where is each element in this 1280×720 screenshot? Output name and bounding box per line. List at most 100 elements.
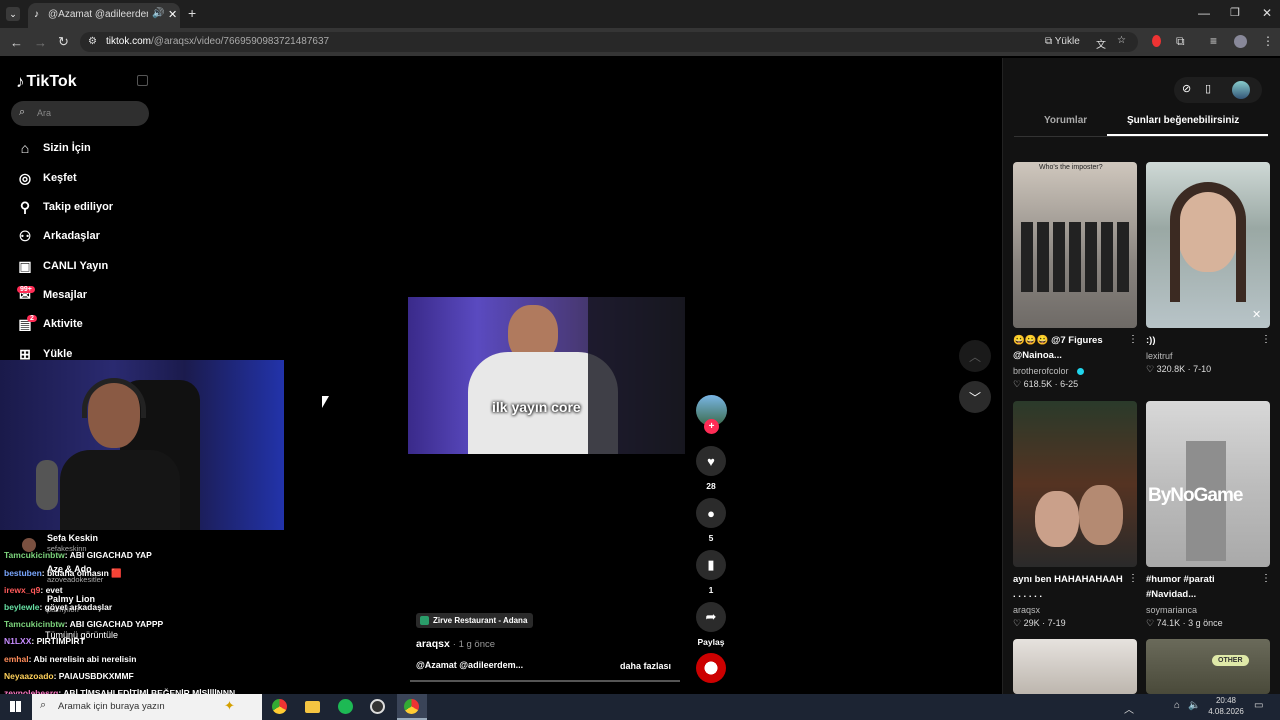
- user-avatar[interactable]: [1232, 81, 1250, 99]
- tab-audio-icon[interactable]: 🔊: [152, 8, 164, 19]
- taskbar-time[interactable]: 20:48: [1206, 696, 1246, 705]
- new-tab-button[interactable]: +: [188, 5, 196, 21]
- search-input[interactable]: Ara: [37, 108, 51, 118]
- browser-tab[interactable]: ♪ @Azamat @adileerdem AŞ 🔊 ✕: [28, 3, 180, 28]
- video-author[interactable]: araqsx: [416, 638, 450, 650]
- person-plus-icon: ⚲: [19, 198, 31, 215]
- verified-badge-icon: [1077, 368, 1084, 375]
- extension-red-icon[interactable]: [1152, 35, 1161, 47]
- tab-comments[interactable]: Yorumlar: [1044, 115, 1087, 126]
- active-chrome-task[interactable]: [397, 694, 427, 720]
- people-icon: ⚇: [18, 227, 32, 244]
- chat-message: : göyet arkadaşlar: [39, 602, 113, 612]
- more-link[interactable]: daha fazlası: [620, 661, 671, 671]
- taskbar-search-box[interactable]: ⌕ Aramak için buraya yazın ✦: [32, 694, 262, 720]
- explore-compass-icon[interactable]: ⊘: [1182, 82, 1191, 95]
- card-more-icon[interactable]: ⋮: [1261, 573, 1271, 584]
- like-button[interactable]: ♥: [696, 446, 726, 476]
- media-controls-icon[interactable]: ≡: [1210, 34, 1217, 48]
- tab-suggested[interactable]: Şunları beğenebilirsiniz: [1127, 115, 1239, 126]
- close-window-button[interactable]: ✕: [1262, 6, 1272, 20]
- webcam-overlay: [0, 360, 284, 530]
- taskbar-date[interactable]: 4.08.2026: [1206, 707, 1246, 716]
- location-tag[interactable]: Zirve Restaurant - Adana: [416, 613, 534, 628]
- sidebar-item-for-you[interactable]: ⌂ Sizin İçin: [16, 137, 91, 159]
- suggested-video-thumbnail[interactable]: ByNoGame: [1146, 401, 1270, 567]
- card-title[interactable]: #humor #parati #Navidad...: [1146, 572, 1256, 602]
- tiktok-logo[interactable]: ♪ TikTok: [16, 72, 77, 92]
- suggested-video-thumbnail[interactable]: OTHER: [1146, 639, 1270, 694]
- sidebar-item-label: Takip ediliyor: [43, 201, 114, 213]
- network-icon[interactable]: ⌂: [1174, 700, 1180, 711]
- taskbar-search-input[interactable]: Aramak için buraya yazın: [58, 701, 165, 712]
- chat-user: emhal: [4, 654, 29, 664]
- restore-button[interactable]: ❐: [1230, 6, 1240, 19]
- chat-user: bestuben: [4, 568, 42, 578]
- bookmark-star-icon[interactable]: ☆: [1117, 35, 1126, 46]
- sidebar-item-friends[interactable]: ⚇ Arkadaşlar: [16, 225, 100, 247]
- chat-line: Neyaazoado: PAIAUSBDKXMMF: [4, 671, 134, 681]
- address-bar[interactable]: ⚙ tiktok.com/@araqsx/video/7669590983721…: [80, 32, 1138, 52]
- sidebar-item-activity[interactable]: ▤ Aktivite: [16, 313, 82, 335]
- sound-disc-icon[interactable]: [696, 653, 726, 683]
- card-user[interactable]: soymarianca: [1146, 605, 1197, 615]
- sidebar-item-label: Arkadaşlar: [43, 230, 100, 242]
- comment-button[interactable]: ●: [696, 498, 726, 528]
- fullscreen-icon[interactable]: ✕: [1252, 308, 1261, 321]
- device-icon[interactable]: ▯: [1205, 82, 1211, 95]
- minimize-button[interactable]: —: [1198, 6, 1210, 20]
- spotify-icon[interactable]: [338, 699, 353, 714]
- browser-menu-icon[interactable]: ⋮: [1262, 34, 1274, 48]
- previous-video-button[interactable]: ︿: [959, 340, 991, 372]
- install-app-button[interactable]: ⧉ Yükle: [1045, 36, 1080, 47]
- card-title[interactable]: aynı ben HAHAHAHAAH . . . . . .: [1013, 572, 1123, 602]
- suggested-video-thumbnail[interactable]: [1013, 401, 1137, 567]
- card-more-icon[interactable]: ⋮: [1128, 573, 1138, 584]
- sidebar-item-live[interactable]: ▣ CANLI Yayın: [16, 255, 108, 277]
- card-more-icon[interactable]: ⋮: [1128, 334, 1138, 345]
- collapse-sidebar-icon[interactable]: [137, 75, 148, 86]
- translate-icon[interactable]: 文: [1096, 36, 1106, 51]
- card-title[interactable]: :)): [1146, 333, 1256, 348]
- chat-message: : ABI GIGACHAD YAP: [64, 550, 152, 560]
- comment-count: 5: [708, 533, 714, 543]
- forward-icon[interactable]: →: [34, 35, 47, 50]
- follow-plus-icon[interactable]: +: [704, 419, 719, 434]
- card-user[interactable]: lexitruf: [1146, 351, 1173, 361]
- tab-close-icon[interactable]: ✕: [168, 8, 177, 21]
- reload-icon[interactable]: ↻: [58, 34, 69, 50]
- extensions-icon[interactable]: ⧉: [1176, 34, 1185, 49]
- next-video-button[interactable]: ﹀: [959, 381, 991, 413]
- card-user[interactable]: brotherofcolor: [1013, 366, 1069, 376]
- volume-icon[interactable]: 🔈: [1188, 700, 1200, 711]
- sidebar-item-explore[interactable]: ◎ Keşfet: [16, 167, 77, 189]
- suggested-video-thumbnail[interactable]: Who's the imposter?: [1013, 162, 1137, 328]
- obs-icon[interactable]: [370, 699, 385, 714]
- search-box[interactable]: ⌕ Ara: [11, 101, 149, 126]
- tab-list-button[interactable]: ⌄: [6, 7, 20, 21]
- save-button[interactable]: ▮: [696, 550, 726, 580]
- card-more-icon[interactable]: ⋮: [1261, 334, 1271, 345]
- url-path: /@araqsx/video/7669590983721487637: [151, 36, 330, 47]
- start-windows-icon[interactable]: [10, 701, 21, 712]
- card-title[interactable]: 😀😀😀 @7 Figures @Nainoa...: [1013, 333, 1123, 363]
- file-explorer-icon[interactable]: [305, 701, 320, 713]
- tiktok-note-icon: ♪: [16, 72, 25, 91]
- suggested-video-thumbnail[interactable]: [1013, 639, 1137, 694]
- card-user[interactable]: araqsx: [1013, 605, 1040, 615]
- profile-avatar[interactable]: [1234, 35, 1247, 48]
- search-icon: ⌕: [19, 106, 26, 118]
- chrome-app-icon[interactable]: [272, 699, 287, 714]
- back-icon[interactable]: ←: [10, 35, 23, 50]
- taskbar-search-icon: ⌕: [40, 699, 47, 711]
- site-info-icon[interactable]: ⚙: [88, 36, 97, 47]
- notification-icon[interactable]: ▭: [1254, 700, 1263, 711]
- share-button[interactable]: ➦: [696, 602, 726, 632]
- sidebar-item-following[interactable]: ⚲ Takip ediliyor: [16, 196, 113, 218]
- video-player[interactable]: ilk yayın core: [408, 297, 685, 454]
- tab-title: @Azamat @adileerdem AŞ: [48, 9, 148, 20]
- suggested-video-thumbnail[interactable]: ✕: [1146, 162, 1270, 328]
- tray-chevron-icon[interactable]: ︿: [1124, 701, 1134, 716]
- video-caption-overlay: ilk yayın core: [492, 399, 581, 415]
- video-progress-bar[interactable]: [410, 680, 680, 682]
